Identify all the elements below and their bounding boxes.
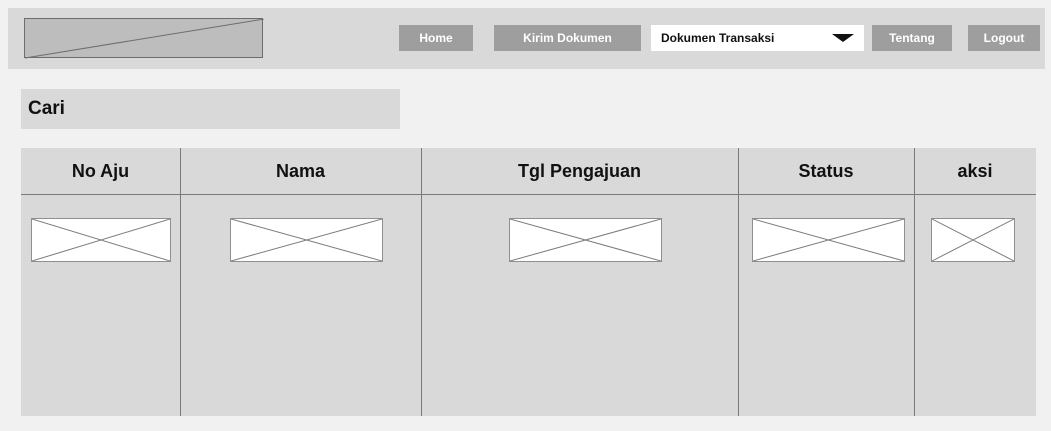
nav-logout-button[interactable]: Logout bbox=[968, 25, 1040, 51]
dokumen-transaksi-label: Dokumen Transaksi bbox=[661, 31, 775, 45]
search-box[interactable]: Cari bbox=[21, 89, 400, 129]
logo-placeholder-image bbox=[24, 18, 264, 59]
column-header-nama: Nama bbox=[275, 161, 326, 181]
column-header-aksi: aksi bbox=[957, 161, 993, 181]
column-divider bbox=[738, 148, 739, 416]
column-header-tgl-pengajuan: Tgl Pengajuan bbox=[517, 161, 641, 181]
chevron-down-icon bbox=[832, 34, 854, 42]
nav-kirim-dokumen-button[interactable]: Kirim Dokumen bbox=[494, 25, 641, 51]
column-divider bbox=[180, 148, 181, 416]
nama-cell-placeholder bbox=[230, 218, 383, 262]
nav-home-button[interactable]: Home bbox=[399, 25, 473, 51]
no-aju-cell-placeholder bbox=[31, 218, 171, 262]
column-divider bbox=[914, 148, 915, 416]
column-divider bbox=[421, 148, 422, 416]
tgl-pengajuan-cell-placeholder bbox=[509, 218, 662, 262]
search-label: Cari bbox=[28, 98, 65, 119]
nav-dokumen-transaksi-dropdown[interactable]: Dokumen Transaksi bbox=[651, 25, 864, 51]
document-table: No Aju Nama Tgl Pengajuan Status aksi bbox=[21, 148, 1036, 416]
column-header-status: Status bbox=[798, 161, 854, 181]
status-cell-placeholder bbox=[752, 218, 905, 262]
nav-tentang-button[interactable]: Tentang bbox=[872, 25, 952, 51]
top-navigation-bar: Home Kirim Dokumen Dokumen Transaksi Ten… bbox=[8, 8, 1045, 69]
aksi-cell-placeholder[interactable] bbox=[931, 218, 1015, 262]
table-header-divider bbox=[21, 194, 1036, 195]
column-header-no-aju: No Aju bbox=[71, 161, 130, 181]
